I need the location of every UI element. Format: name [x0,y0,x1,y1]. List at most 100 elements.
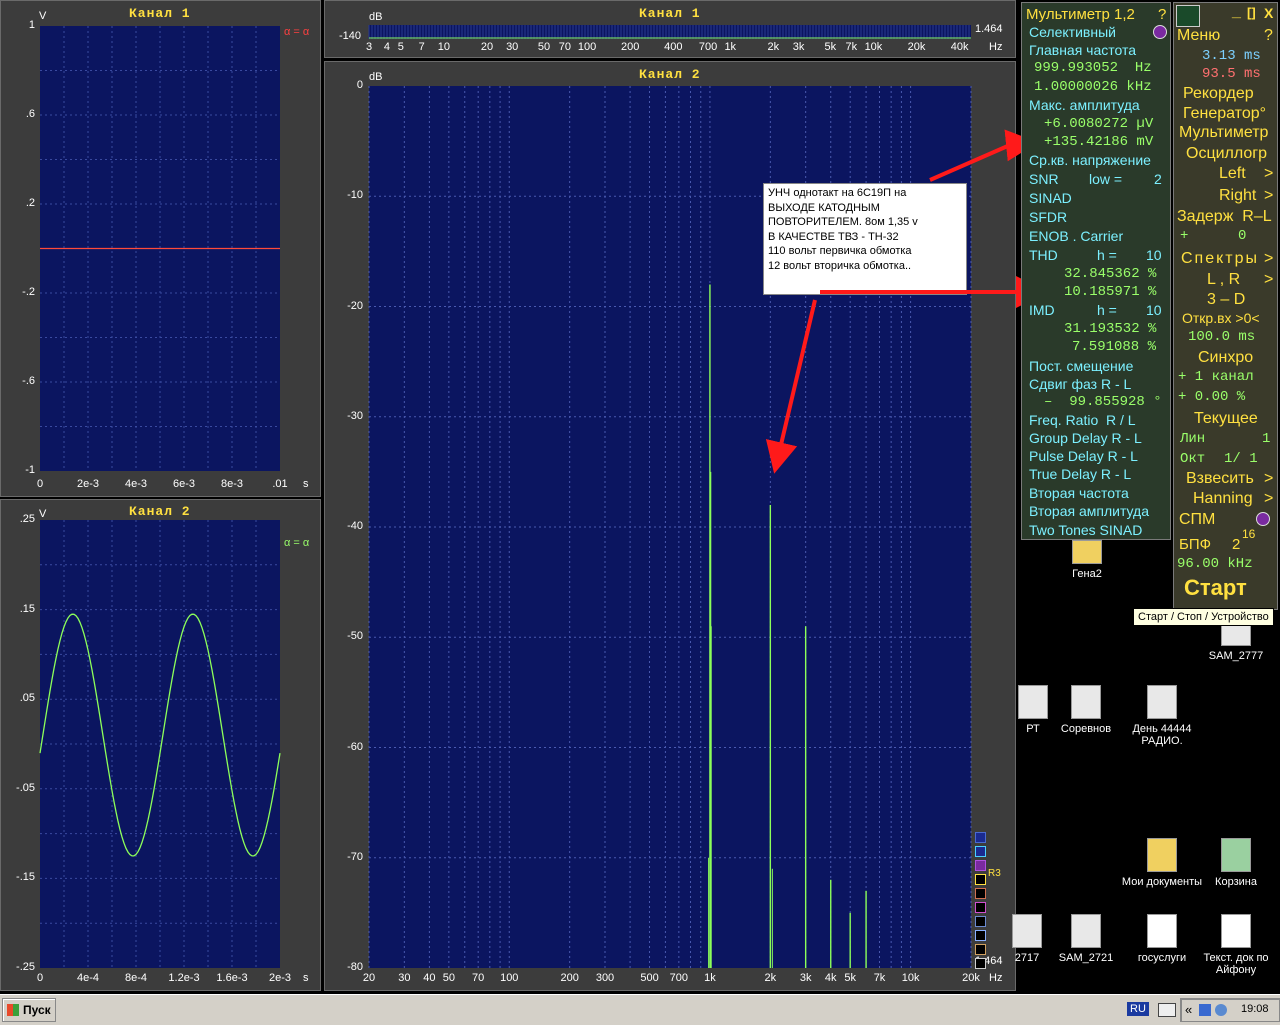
text-file-icon [1147,914,1177,948]
main-frequency-label[interactable]: Главная частота [1029,42,1136,58]
snr-label[interactable]: SNR [1029,171,1059,187]
x-tick-label: 700 [669,972,689,984]
fft-label[interactable]: БПФ [1179,536,1211,553]
x-tick-label: 40 [423,972,436,984]
marker-label[interactable]: α = α [284,537,309,549]
generator-button[interactable]: Генератор° [1183,105,1266,123]
language-indicator[interactable]: RU [1127,1002,1149,1016]
snr-low-value[interactable]: 2 [1154,171,1162,187]
marker-label[interactable]: α = α [284,26,309,38]
channel1-time-plot[interactable] [40,26,280,471]
open-input-button[interactable]: Откр.вх >0< [1182,310,1260,326]
oct-value[interactable]: 1/ 1 [1224,451,1258,467]
mode-indicator-icon[interactable] [1153,25,1167,39]
current-button[interactable]: Текущее [1194,410,1258,428]
weigh-button[interactable]: Взвесить [1186,470,1254,488]
x-tick-label: 20 [480,41,494,53]
minimize-button[interactable]: _ [1232,3,1241,21]
three-d-button[interactable]: 3 – D [1207,291,1245,309]
lin-value[interactable]: 1 [1262,431,1270,447]
help-button[interactable]: ? [1264,27,1273,45]
thd-h-value[interactable]: 10 [1146,247,1162,263]
y-tick-label: -50 [347,630,363,643]
network-icon[interactable] [1199,1004,1211,1016]
phase-shift-label[interactable]: Сдвиг фаз R - L [1029,376,1131,392]
channel2-time-plot[interactable] [39,520,281,968]
second-frequency-label[interactable]: Вторая частота [1029,485,1129,501]
start-menu-button[interactable]: Пуск [2,998,56,1022]
start-button[interactable]: Старт [1184,575,1247,601]
two-tones-sinad-label[interactable]: Two Tones SINAD [1029,522,1142,538]
desktop-icon[interactable]: День 44444 РАДИО. [1117,685,1207,747]
menu-button[interactable]: Меню [1177,27,1220,45]
chevron-right-icon[interactable]: > [1264,490,1273,508]
clock-time[interactable]: 19:08 [1241,1003,1269,1015]
channel1-spectrum-plot[interactable] [368,25,971,39]
chevron-right-icon[interactable]: > [1264,165,1273,183]
chevron-right-icon[interactable]: > [1264,187,1273,205]
spm-button[interactable]: СПМ [1179,511,1215,529]
recorder-button[interactable]: Рекордер [1183,85,1254,103]
legend-box[interactable] [975,832,986,843]
chevron-right-icon[interactable]: > [1264,271,1273,289]
sfdr-label[interactable]: SFDR [1029,209,1067,225]
delay-label[interactable]: Задерж R–L [1177,208,1272,226]
multimeter-button[interactable]: Мультиметр [1179,124,1268,142]
sync-channel[interactable]: + 1 канал [1178,369,1254,385]
imd-h-value[interactable]: 10 [1146,302,1162,318]
fft-size-base[interactable]: 2 [1232,536,1240,553]
mode-selective[interactable]: Селективный [1029,24,1116,40]
tray-expand-icon[interactable]: « [1185,1002,1192,1017]
oct-label[interactable]: Окт [1180,451,1205,467]
x-tick-label: 10k [901,972,920,984]
app-icon[interactable] [1176,5,1200,27]
max-amplitude-label[interactable]: Макс. амплитуда [1029,97,1140,113]
sinad-label[interactable]: SINAD [1029,190,1072,206]
desktop-icon-label: Гена2 [1072,568,1102,580]
thd-h-label: h = [1097,247,1117,263]
close-button[interactable]: X [1264,5,1273,21]
left-channel-button[interactable]: Left [1219,165,1246,183]
group-delay-label[interactable]: Group Delay R - L [1029,430,1142,446]
spectra-button[interactable]: Спектры [1181,250,1259,268]
legend-box[interactable] [975,902,986,913]
desktop-icon[interactable]: Корзина [1191,838,1280,888]
delay-value: 0 [1238,228,1247,244]
right-channel-button[interactable]: Right [1219,187,1256,205]
hanning-button[interactable]: Hanning [1193,490,1253,508]
pulse-delay-label[interactable]: Pulse Delay R - L [1029,448,1138,464]
sync-percent[interactable]: + 0.00 % [1178,389,1245,405]
chevron-right-icon[interactable]: > [1264,250,1273,268]
chevron-right-icon[interactable]: > [1264,470,1273,488]
sync-button[interactable]: Синхро [1198,349,1253,367]
rms-voltage-label[interactable]: Ср.кв. напряжение [1029,152,1151,168]
enob-label[interactable]: ENOB . Carrier [1029,228,1123,244]
desktop-icon[interactable]: Текст. док по Айфону [1191,914,1280,976]
clock-icon[interactable] [1215,1004,1227,1016]
desktop-icon-label: Корзина [1215,876,1257,888]
y-tick-label: -1 [25,464,35,476]
fft-size-exp[interactable]: 16 [1242,527,1255,541]
keyboard-icon[interactable] [1158,1003,1176,1017]
second-amplitude-label[interactable]: Вторая амплитуда [1029,503,1149,519]
true-delay-label[interactable]: True Delay R - L [1029,466,1131,482]
x-tick-label: 20 [362,972,376,984]
lr-button[interactable]: L , R [1207,271,1240,289]
legend-box[interactable] [975,888,986,899]
help-button[interactable]: ? [1158,6,1166,23]
y-unit: V [39,508,47,520]
sample-rate[interactable]: 96.00 kHz [1177,556,1253,572]
legend-box[interactable] [975,860,986,871]
maximize-button[interactable]: [] [1247,5,1256,20]
text-file-icon [1221,914,1251,948]
oscillograph-button[interactable]: Осциллогр [1186,145,1267,163]
imd-label[interactable]: IMD [1029,302,1055,318]
lin-label[interactable]: Лин [1180,431,1205,447]
spm-indicator-icon[interactable] [1256,512,1270,526]
dc-offset-label[interactable]: Пост. смещение [1029,358,1133,374]
freq-ratio-label[interactable]: Freq. Ratio R / L [1029,412,1136,428]
legend-box[interactable] [975,874,986,885]
legend-box[interactable] [975,846,986,857]
desktop-icon[interactable]: Гена2 [1042,540,1132,580]
thd-label[interactable]: THD [1029,247,1058,263]
